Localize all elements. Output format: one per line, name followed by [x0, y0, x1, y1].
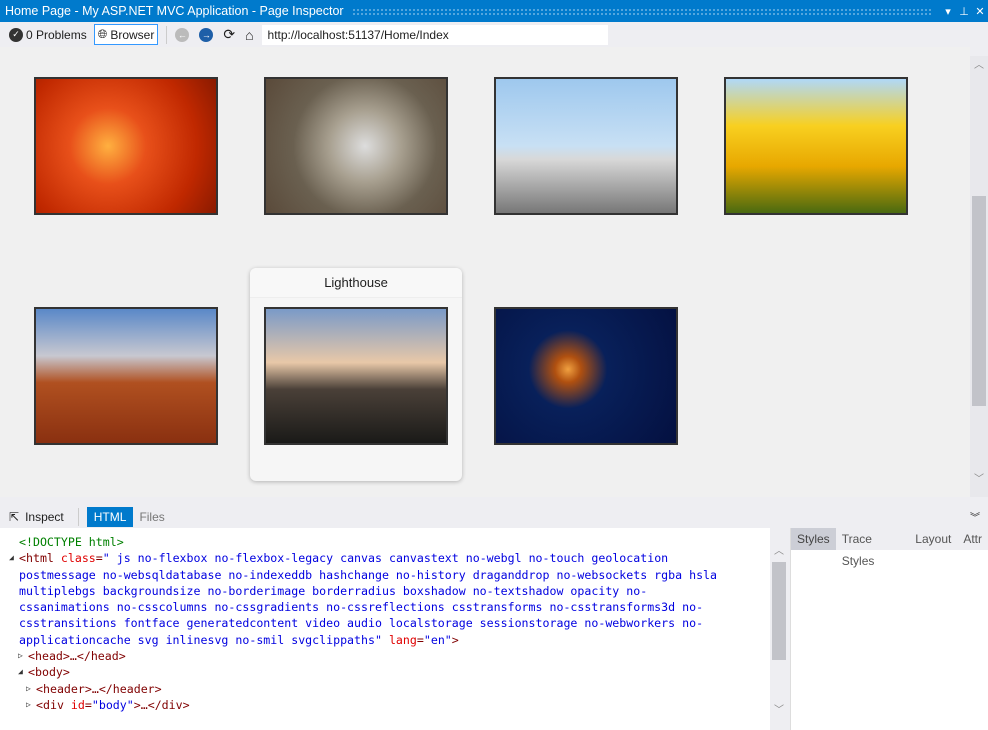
code-token: <header>…</header> — [36, 682, 162, 696]
problems-button[interactable]: ✓0 Problems — [6, 24, 90, 45]
window-title: Home Page - My ASP.NET MVC Application -… — [5, 4, 344, 18]
code-line[interactable]: ◢ <html class=" js no-flexbox no-flexbox-… — [0, 550, 770, 566]
code-line[interactable]: ▷ <div id="body">…</div> — [0, 697, 770, 713]
code-line[interactable]: ▷ <header>…</header> — [0, 681, 770, 697]
thumbnail-lighthouse[interactable] — [264, 307, 448, 445]
expanded-icon[interactable]: ◢ — [9, 550, 14, 566]
browser-view: Lighthouse — [0, 47, 970, 497]
pin-icon[interactable]: ⊥ — [956, 5, 972, 18]
styles-pane: Styles Trace Styles Layout Attr — [790, 528, 988, 730]
expanded-icon[interactable]: ◢ — [18, 664, 23, 680]
collapsed-icon[interactable]: ▷ — [18, 648, 23, 664]
home-icon[interactable]: ⌂ — [245, 27, 253, 43]
code-token: postmessage no-websqldatabase no-indexed… — [19, 568, 717, 582]
tab-files[interactable]: Files — [139, 510, 164, 524]
code-token: lang — [389, 633, 417, 647]
code-token: = — [96, 551, 103, 565]
code-token: multiplebgs backgroundsize no-borderimag… — [19, 584, 647, 598]
code-line[interactable]: multiplebgs backgroundsize no-borderimag… — [0, 583, 770, 599]
url-field[interactable]: http://localhost:51137/Home/Index — [262, 25, 608, 45]
scroll-up-icon[interactable]: ︿ — [970, 56, 988, 71]
page-scrollbar[interactable]: ︿ ﹀ — [970, 56, 988, 497]
code-token: csstransitions fontface generatedcontent… — [19, 616, 703, 630]
code-line[interactable]: cssanimations no-csscolumns no-cssgradie… — [0, 599, 770, 615]
url-text: http://localhost:51137/Home/Index — [268, 28, 449, 42]
refresh-icon[interactable]: ⟳ — [223, 26, 235, 43]
collapse-icon[interactable]: ︾ — [970, 509, 980, 524]
tab-html[interactable]: HTML — [87, 507, 134, 527]
hover-title: Lighthouse — [250, 268, 462, 298]
forward-icon[interactable]: → — [199, 28, 213, 42]
browser-label: Browser — [110, 28, 154, 42]
code-token: <!DOCTYPE html> — [19, 535, 124, 549]
collapsed-icon[interactable]: ▷ — [26, 681, 31, 697]
tab-layout[interactable]: Layout — [909, 528, 957, 550]
code-token: <div — [36, 698, 71, 712]
globe-icon: 🌐︎ — [98, 27, 108, 42]
tab-styles[interactable]: Styles — [791, 528, 836, 550]
code-line[interactable]: <!DOCTYPE html> — [0, 534, 770, 550]
code-token: <html — [19, 551, 61, 565]
thumbnail-penguins[interactable] — [494, 77, 678, 215]
title-grip — [352, 8, 932, 15]
code-scroll-up-icon[interactable]: ︿ — [770, 542, 788, 557]
code-token: <body> — [28, 665, 70, 679]
thumbnail-chrysanthemum[interactable] — [34, 77, 218, 215]
tab-attributes[interactable]: Attr — [957, 528, 988, 550]
thumbnail-jellyfish[interactable] — [494, 307, 678, 445]
problems-label: 0 Problems — [26, 28, 87, 42]
code-token: > — [452, 633, 459, 647]
thumbnail-tulips[interactable] — [724, 77, 908, 215]
thumbnail-koala[interactable] — [264, 77, 448, 215]
code-line[interactable]: ▷ <head>…</head> — [0, 648, 770, 664]
code-token: applicationcache svg inlinesvg no-smil s… — [19, 633, 389, 647]
code-scroll-down-icon[interactable]: ﹀ — [770, 701, 788, 716]
collapsed-icon[interactable]: ▷ — [26, 697, 31, 713]
code-token: <head>…</head> — [28, 649, 126, 663]
back-icon[interactable]: ← — [175, 28, 189, 42]
thumbnail-desert[interactable] — [34, 307, 218, 445]
code-token: id — [71, 698, 85, 712]
check-icon: ✓ — [9, 28, 23, 42]
dropdown-icon[interactable]: ▾ — [940, 5, 956, 18]
html-tree: <!DOCTYPE html>◢<html class=" js no-flex… — [0, 528, 770, 730]
inspector-tabs: ⇱ Inspect HTML Files ︾ — [0, 505, 988, 528]
code-token: = — [417, 633, 424, 647]
scroll-thumb[interactable] — [972, 196, 986, 406]
code-line[interactable]: applicationcache svg inlinesvg no-smil s… — [0, 632, 770, 648]
code-line[interactable]: postmessage no-websqldatabase no-indexed… — [0, 567, 770, 583]
code-token: cssanimations no-csscolumns no-cssgradie… — [19, 600, 703, 614]
code-token: >…</div> — [134, 698, 190, 712]
code-scrollbar[interactable]: ︿ ﹀ — [770, 528, 788, 730]
code-line[interactable]: ◢ <body> — [0, 664, 770, 680]
code-token: = — [85, 698, 92, 712]
code-line[interactable]: csstransitions fontface generatedcontent… — [0, 615, 770, 631]
code-token: "en" — [424, 633, 452, 647]
tab-trace-styles[interactable]: Trace Styles — [836, 528, 910, 550]
code-token: "body" — [92, 698, 134, 712]
toolbar: ✓0 Problems 🌐︎Browser ← → ⟳ ⌂ http://loc… — [0, 22, 988, 47]
scroll-down-icon[interactable]: ﹀ — [970, 470, 988, 485]
code-scroll-thumb[interactable] — [772, 562, 786, 660]
inspect-icon[interactable]: ⇱ — [9, 510, 19, 524]
title-bar: Home Page - My ASP.NET MVC Application -… — [0, 0, 988, 22]
code-token: " js no-flexbox no-flexbox-legacy canvas… — [103, 551, 668, 565]
close-icon[interactable]: ✕ — [972, 5, 988, 18]
browser-button[interactable]: 🌐︎Browser — [94, 24, 159, 45]
code-token: class — [61, 551, 96, 565]
inspect-button[interactable]: Inspect — [25, 510, 64, 524]
